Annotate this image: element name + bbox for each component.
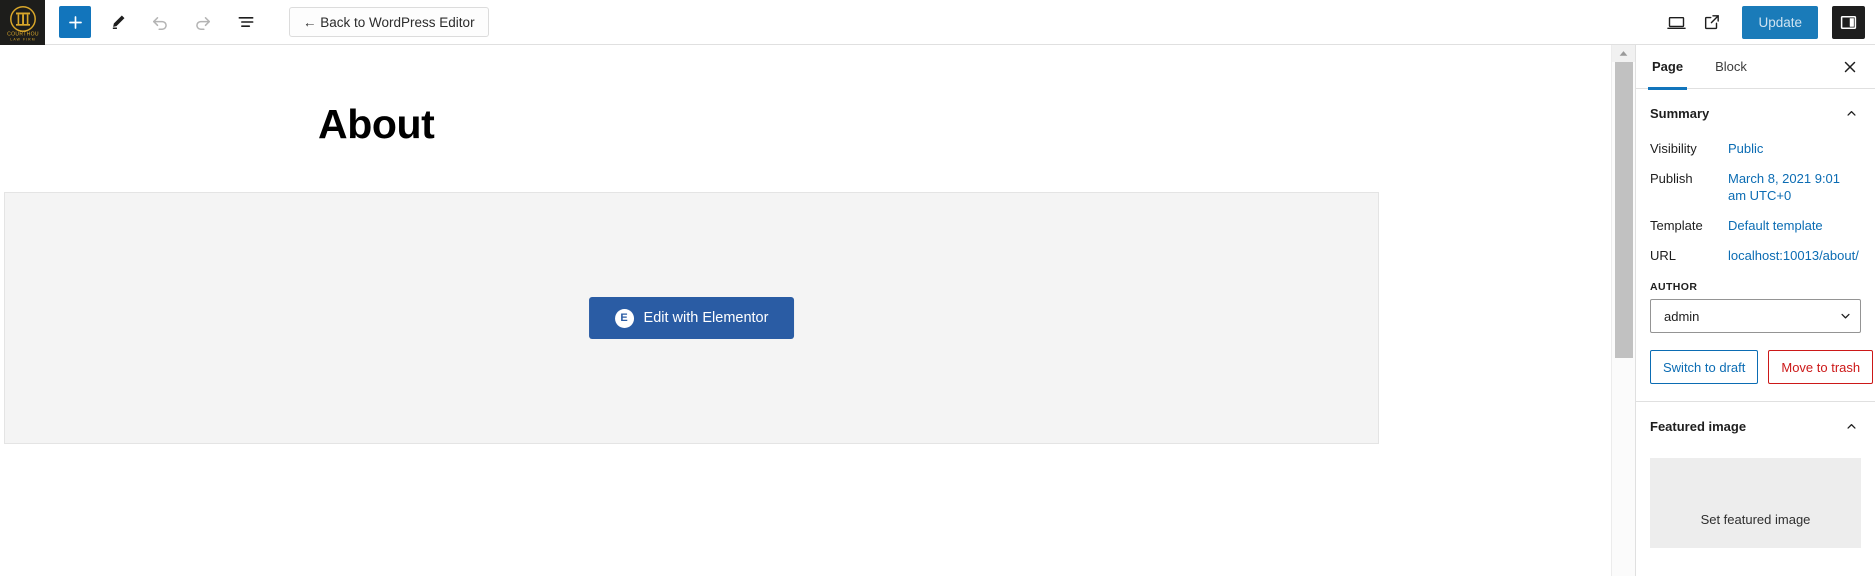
svg-text:COURTHOU: COURTHOU — [7, 31, 39, 37]
featured-image-panel-header[interactable]: Featured image — [1636, 402, 1875, 447]
edit-with-elementor-label: Edit with Elementor — [643, 310, 769, 326]
wordpress-block-editor: COURTHOU LAW FIRM ← Back to WordPress Ed… — [0, 0, 1875, 576]
content-block[interactable]: E Edit with Elementor — [4, 192, 1379, 444]
publish-value[interactable]: March 8, 2021 9:01 am UTC+0 — [1728, 170, 1861, 204]
scrollbar-track[interactable] — [1611, 62, 1635, 576]
plus-icon — [68, 15, 82, 29]
canvas-scrollbar[interactable] — [1611, 45, 1635, 576]
chevron-up-icon — [1844, 106, 1861, 121]
redo-icon — [196, 17, 210, 30]
desktop-preview-icon — [1667, 16, 1686, 29]
featured-image-panel-title: Featured image — [1650, 419, 1747, 434]
settings-toggle-button[interactable] — [1832, 5, 1865, 39]
editor-toolbar — [45, 5, 263, 39]
url-value[interactable]: localhost:10013/about/ — [1728, 247, 1859, 264]
tab-block[interactable]: Block — [1699, 45, 1763, 89]
svg-text:LAW FIRM: LAW FIRM — [10, 38, 35, 42]
url-label: URL — [1650, 248, 1677, 263]
summary-row-url: URL localhost:10013/about/ — [1636, 241, 1875, 271]
author-select-value: admin — [1664, 308, 1700, 324]
scrollbar-thumb[interactable] — [1614, 62, 1633, 358]
courthouse-law-logo-icon: COURTHOU LAW FIRM — [7, 6, 39, 42]
publish-label: Publish — [1650, 171, 1693, 186]
list-view-button[interactable] — [229, 5, 263, 39]
template-label: Template — [1650, 218, 1703, 233]
external-link-icon — [1705, 15, 1720, 30]
undo-button[interactable] — [143, 5, 177, 39]
settings-sidebar: Page Block Summary Visibility Public Pub… — [1635, 45, 1875, 576]
set-featured-image-button[interactable]: Set featured image — [1650, 458, 1861, 548]
view-page-button[interactable] — [1694, 4, 1730, 40]
elementor-logo-icon: E — [614, 308, 634, 328]
back-to-wordpress-editor-button[interactable]: ← Back to WordPress Editor — [289, 7, 489, 37]
redo-button[interactable] — [186, 5, 220, 39]
sidebar-content: Summary Visibility Public Publish March … — [1636, 89, 1875, 576]
add-block-button[interactable] — [59, 6, 91, 38]
post-actions: Switch to draft Move to trash — [1636, 333, 1875, 401]
update-button[interactable]: Update — [1742, 5, 1818, 39]
edit-with-elementor-button[interactable]: E Edit with Elementor — [588, 297, 795, 339]
editor-canvas-wrapper: About E Edit with Elementor — [0, 45, 1635, 576]
site-logo[interactable]: COURTHOU LAW FIRM — [0, 0, 45, 45]
author-label: AUTHOR — [1650, 281, 1698, 293]
sidebar-panel-icon — [1840, 15, 1857, 29]
undo-icon — [153, 17, 167, 30]
editor-canvas[interactable]: About E Edit with Elementor — [0, 45, 1635, 576]
list-view-icon — [238, 17, 254, 27]
tools-button[interactable] — [100, 5, 134, 39]
chevron-up-icon — [1844, 419, 1861, 434]
header-actions: Update — [1658, 4, 1875, 40]
page-title[interactable]: About — [318, 101, 1611, 148]
summary-row-publish: Publish March 8, 2021 9:01 am UTC+0 — [1636, 164, 1875, 211]
switch-to-draft-button[interactable]: Switch to draft — [1650, 350, 1759, 384]
visibility-label: Visibility — [1650, 141, 1697, 156]
pencil-icon — [112, 15, 124, 29]
editor-header: COURTHOU LAW FIRM ← Back to WordPress Ed… — [0, 0, 1875, 45]
chevron-up-icon — [1619, 51, 1628, 56]
set-featured-image-label: Set featured image — [1700, 511, 1811, 527]
sidebar-tabs: Page Block — [1636, 45, 1875, 90]
move-to-trash-button[interactable]: Move to trash — [1768, 350, 1874, 384]
summary-row-template: Template Default template — [1636, 211, 1875, 241]
author-select[interactable]: admin — [1650, 299, 1861, 333]
summary-panel-title: Summary — [1650, 106, 1710, 121]
scrollbar-up-arrow[interactable] — [1611, 45, 1635, 62]
chevron-down-icon — [1838, 309, 1853, 324]
close-sidebar-button[interactable] — [1841, 49, 1871, 85]
close-icon — [1844, 61, 1856, 72]
author-field: AUTHOR admin — [1636, 271, 1875, 333]
summary-panel-header[interactable]: Summary — [1636, 89, 1875, 134]
summary-row-visibility: Visibility Public — [1636, 134, 1875, 164]
preview-button[interactable] — [1658, 4, 1694, 40]
template-value[interactable]: Default template — [1728, 217, 1823, 234]
editor-body: About E Edit with Elementor Page Block S… — [0, 45, 1875, 576]
visibility-value[interactable]: Public — [1728, 140, 1763, 157]
tab-page[interactable]: Page — [1636, 45, 1699, 90]
